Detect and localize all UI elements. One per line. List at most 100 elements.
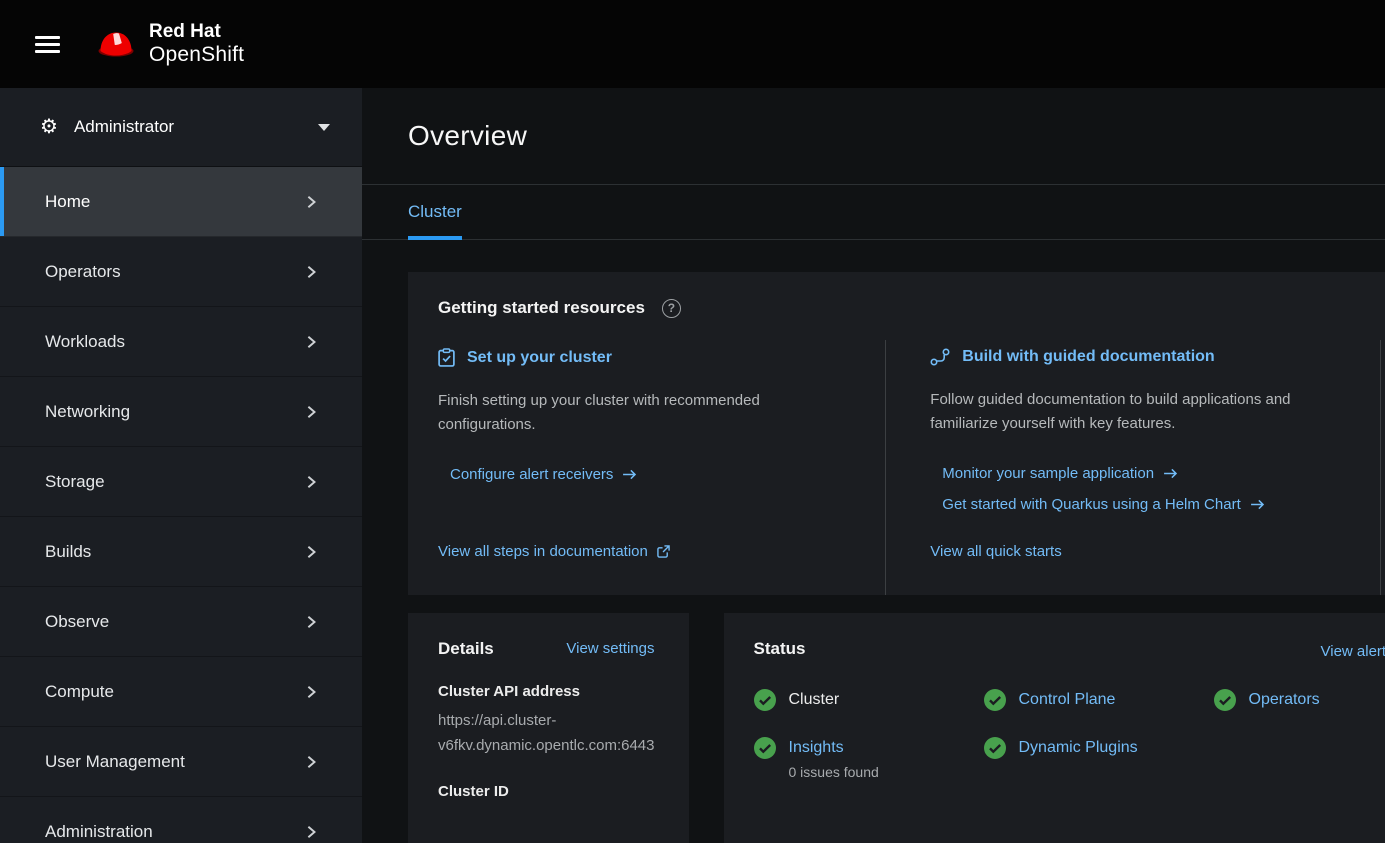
insights-issues-count: 0 issues found (789, 764, 879, 780)
guided-docs-heading-row: Build with guided documentation (930, 348, 1352, 366)
brand-name: Red Hat (149, 21, 244, 42)
sidebar-item-label: Observe (45, 612, 109, 632)
check-circle-icon (754, 737, 776, 759)
tasks-icon (438, 348, 455, 367)
sidebar-item-label: Home (45, 192, 90, 212)
cluster-api-address-label: Cluster API address (438, 683, 655, 700)
status-card: Status View alerts Cluster (724, 613, 1385, 843)
sidebar-item-administration[interactable]: Administration (0, 797, 362, 843)
page-header: Overview (362, 88, 1385, 185)
chevron-right-icon (304, 545, 318, 559)
getting-started-columns: Set up your cluster Finish setting up yo… (408, 340, 1385, 595)
check-circle-icon (1214, 689, 1236, 711)
brand-logo: Red Hat OpenShift (96, 21, 244, 66)
details-field-cluster-id: Cluster ID (438, 783, 655, 800)
getting-started-card: Getting started resources ? Set up your … (408, 272, 1385, 595)
route-icon (930, 348, 950, 366)
status-item-cluster: Cluster (754, 689, 984, 711)
arrow-right-icon (1163, 468, 1178, 479)
gear-icon: ⚙ (40, 117, 58, 137)
external-link-icon (657, 545, 670, 558)
arrow-right-icon (622, 469, 637, 480)
brand-text: Red Hat OpenShift (149, 21, 244, 66)
sidebar-item-user-management[interactable]: User Management (0, 727, 362, 797)
view-all-steps-link[interactable]: View all steps in documentation (438, 543, 670, 560)
getting-started-column-setup: Set up your cluster Finish setting up yo… (408, 340, 885, 595)
link-label: Monitor your sample application (942, 465, 1154, 482)
page-title: Overview (408, 120, 527, 152)
main-content: Overview Cluster Getting started resourc… (362, 88, 1385, 843)
getting-started-title: Getting started resources (438, 298, 645, 318)
guided-docs-link[interactable]: Build with guided documentation (962, 348, 1214, 366)
status-grid: Cluster Control Plane (754, 689, 1385, 780)
quarkus-helm-chart-link[interactable]: Get started with Quarkus using a Helm Ch… (942, 496, 1352, 513)
guided-docs-links: Monitor your sample application Get star… (930, 465, 1352, 513)
view-settings-link[interactable]: View settings (566, 640, 654, 657)
sidebar-item-home[interactable]: Home (0, 167, 362, 237)
status-card-header: Status (754, 639, 1385, 659)
tab-cluster[interactable]: Cluster (408, 202, 462, 239)
configure-alert-receivers-link[interactable]: Configure alert receivers (450, 466, 858, 483)
monitor-sample-app-link[interactable]: Monitor your sample application (942, 465, 1352, 482)
control-plane-status-link[interactable]: Control Plane (1019, 689, 1116, 711)
chevron-right-icon (304, 405, 318, 419)
setup-cluster-footer: View all steps in documentation (438, 513, 858, 561)
cluster-id-label: Cluster ID (438, 783, 655, 800)
details-field-cluster-api: Cluster API address https://api.cluster-… (438, 683, 655, 760)
getting-started-column-guided-docs: Build with guided documentation Follow g… (885, 340, 1379, 595)
setup-cluster-link[interactable]: Set up your cluster (467, 349, 612, 367)
view-all-quick-starts-link[interactable]: View all quick starts (930, 543, 1061, 560)
sidebar-nav: Home Operators Workloads Networking Stor… (0, 167, 362, 843)
chevron-right-icon (304, 195, 318, 209)
caret-down-icon (318, 124, 330, 131)
link-label: Configure alert receivers (450, 466, 613, 483)
status-item-insights: Insights 0 issues found (754, 737, 984, 780)
sidebar-item-builds[interactable]: Builds (0, 517, 362, 587)
status-item-dynamic-plugins: Dynamic Plugins (984, 737, 1214, 780)
sidebar-item-compute[interactable]: Compute (0, 657, 362, 727)
sidebar-item-workloads[interactable]: Workloads (0, 307, 362, 377)
sidebar-item-networking[interactable]: Networking (0, 377, 362, 447)
insights-status-link[interactable]: Insights (789, 739, 844, 756)
guided-docs-description: Follow guided documentation to build app… (930, 388, 1342, 437)
cluster-status-label: Cluster (789, 689, 840, 711)
view-alerts-link[interactable]: View alerts (1321, 643, 1385, 660)
status-title: Status (754, 639, 806, 659)
getting-started-column-clipped (1380, 340, 1385, 595)
sidebar-item-label: Builds (45, 542, 91, 562)
dynamic-plugins-status-link[interactable]: Dynamic Plugins (1019, 737, 1138, 759)
link-label: View all quick starts (930, 543, 1061, 560)
brand-product: OpenShift (149, 43, 244, 67)
sidebar-item-label: Administration (45, 822, 153, 842)
setup-cluster-description: Finish setting up your cluster with reco… (438, 389, 850, 438)
chevron-right-icon (304, 335, 318, 349)
sidebar-item-storage[interactable]: Storage (0, 447, 362, 517)
link-label: Get started with Quarkus using a Helm Ch… (942, 496, 1240, 513)
operators-status-link[interactable]: Operators (1249, 689, 1320, 711)
tab-bar: Cluster (362, 185, 1385, 240)
sidebar-item-label: Operators (45, 262, 121, 282)
redhat-hat-icon (96, 29, 136, 59)
setup-cluster-heading-row: Set up your cluster (438, 348, 858, 367)
chevron-right-icon (304, 755, 318, 769)
status-item-operators: Operators (1214, 689, 1385, 711)
sidebar-item-observe[interactable]: Observe (0, 587, 362, 657)
nav-menu-toggle-button[interactable] (29, 26, 66, 63)
help-icon[interactable]: ? (662, 299, 681, 318)
sidebar-item-label: Networking (45, 402, 130, 422)
overview-cards-row: Details View settings Cluster API addres… (408, 613, 1385, 843)
check-circle-icon (984, 737, 1006, 759)
cluster-api-address-value: https://api.cluster-v6fkv.dynamic.opentl… (438, 708, 655, 760)
perspective-switcher[interactable]: ⚙ Administrator (0, 88, 362, 167)
chevron-right-icon (304, 265, 318, 279)
sidebar-item-label: Storage (45, 472, 105, 492)
masthead: Red Hat OpenShift (0, 0, 1385, 88)
sidebar-item-operators[interactable]: Operators (0, 237, 362, 307)
check-circle-icon (754, 689, 776, 711)
overview-content: Getting started resources ? Set up your … (362, 240, 1385, 843)
details-card-header: Details View settings (438, 639, 655, 659)
chevron-right-icon (304, 475, 318, 489)
sidebar-item-label: Compute (45, 682, 114, 702)
setup-cluster-links: Configure alert receivers (438, 466, 858, 483)
sidebar-item-label: Workloads (45, 332, 125, 352)
